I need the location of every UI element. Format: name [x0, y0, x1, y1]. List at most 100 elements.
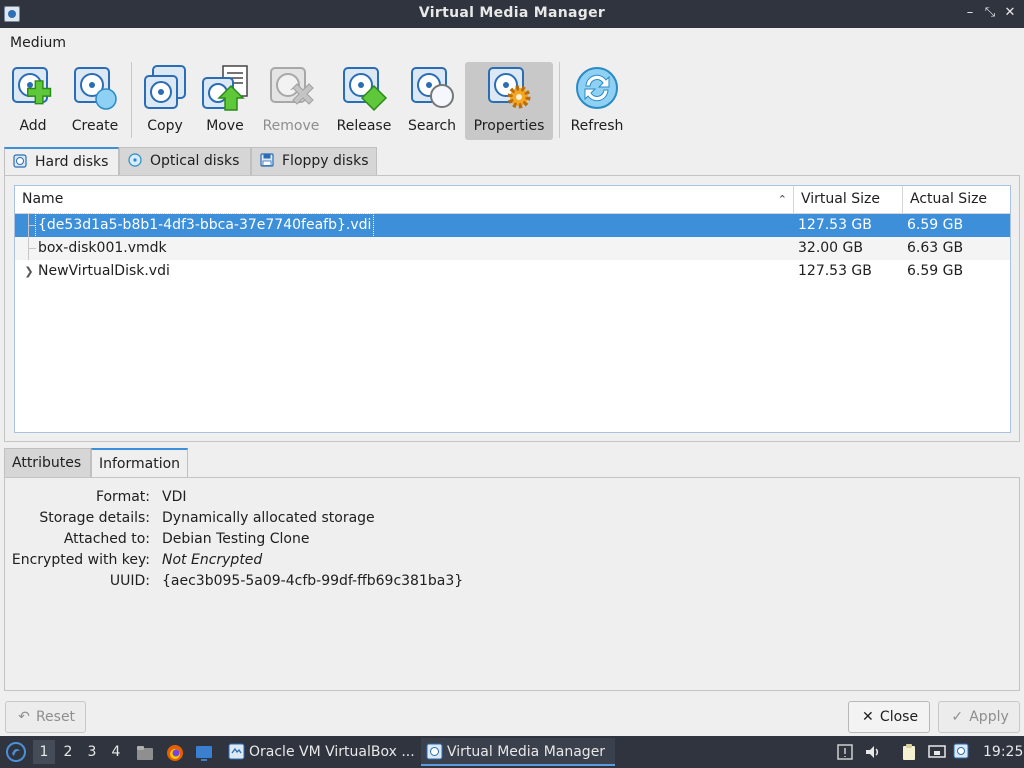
close-button[interactable]: ✕ Close: [848, 701, 930, 733]
reset-button[interactable]: ↶ Reset: [5, 701, 86, 733]
tab-attributes[interactable]: Attributes: [4, 448, 91, 477]
tab-hard-disks-label: Hard disks: [35, 154, 109, 170]
table-row[interactable]: {de53d1a5-b8b1-4df3-bbca-37e7740feafb}.v…: [15, 213, 1010, 238]
create-button-label: Create: [71, 118, 119, 134]
workspace-1[interactable]: 1: [33, 740, 55, 764]
search-button-label: Search: [407, 118, 457, 134]
detail-row-uuid: UUID: {aec3b095-5a09-4cfb-99df-ffb69c381…: [5, 571, 1005, 592]
task-virtual-media-manager-label: Virtual Media Manager: [447, 744, 606, 760]
column-header-virtual-size[interactable]: Virtual Size: [794, 186, 903, 213]
close-button-label: Close: [879, 709, 919, 725]
tab-hard-disks[interactable]: Hard disks: [4, 147, 119, 176]
disk-virtual-size: 127.53 GB: [798, 217, 872, 233]
toolbar-separator: [559, 62, 560, 138]
refresh-button-label: Refresh: [570, 118, 624, 134]
disk-create-icon: [74, 67, 117, 110]
disk-name: NewVirtualDisk.vdi: [38, 263, 170, 279]
table-row[interactable]: box-disk001.vmdk 32.00 GB 6.63 GB: [15, 237, 1010, 260]
column-header-actual-size[interactable]: Actual Size: [903, 186, 1010, 213]
menu-bar: Medium: [0, 28, 1024, 58]
taskbar: 1 2 3 4 Oracle VM VirtualBox ... Virtual…: [0, 736, 1024, 768]
disk-remove-icon: [270, 67, 314, 105]
firefox-icon[interactable]: [165, 743, 185, 763]
refresh-button[interactable]: Refresh: [566, 62, 628, 140]
properties-button-label: Properties: [473, 118, 545, 134]
tree-header: Name ⌃ Virtual Size Actual Size: [15, 186, 1010, 214]
workspace-4[interactable]: 4: [105, 740, 127, 764]
file-manager-icon[interactable]: [135, 743, 155, 763]
tab-optical-disks[interactable]: Optical disks: [119, 147, 251, 175]
disk-virtual-size: 127.53 GB: [798, 263, 872, 279]
release-button-label: Release: [336, 118, 392, 134]
desktop-icon[interactable]: [194, 743, 214, 763]
check-icon: ✓: [951, 709, 964, 725]
add-button-label: Add: [19, 118, 47, 134]
add-button[interactable]: Add: [4, 62, 62, 140]
hard-disks-panel: Name ⌃ Virtual Size Actual Size {de53d1a…: [4, 175, 1020, 442]
hard-disk-icon: [13, 154, 27, 168]
task-virtualbox[interactable]: Oracle VM VirtualBox ...: [223, 738, 418, 766]
disk-properties-icon: [488, 67, 531, 109]
apply-button[interactable]: ✓ Apply: [938, 701, 1020, 733]
toolbar: Add Create Copy Move Remove Release Sear…: [0, 58, 1024, 142]
disk-virtual-size: 32.00 GB: [798, 240, 863, 256]
encrypted-value: Not Encrypted: [162, 552, 263, 568]
copy-button-label: Copy: [147, 118, 183, 134]
disk-copy-icon: [144, 65, 186, 109]
undo-icon: ↶: [18, 709, 30, 725]
create-button[interactable]: Create: [66, 62, 124, 140]
disk-move-icon: [202, 65, 248, 111]
detail-row-storage: Storage details: Dynamically allocated s…: [5, 508, 1005, 529]
remove-button[interactable]: Remove: [260, 62, 322, 140]
expand-chevron-icon[interactable]: ❯: [22, 260, 36, 283]
workspace-3[interactable]: 3: [81, 740, 103, 764]
media-manager-icon: [426, 743, 443, 760]
task-virtual-media-manager[interactable]: Virtual Media Manager: [421, 738, 615, 766]
floppy-disk-icon: [260, 153, 274, 167]
toolbar-separator: [131, 62, 132, 138]
move-button[interactable]: Move: [196, 62, 254, 140]
remove-button-label: Remove: [262, 118, 320, 134]
disk-name: {de53d1a5-b8b1-4df3-bbca-37e7740feafb}.v…: [34, 213, 375, 238]
encrypted-label: Encrypted with key:: [11, 552, 150, 568]
copy-button[interactable]: Copy: [136, 62, 194, 140]
information-panel: Format: VDI Storage details: Dynamically…: [4, 477, 1020, 691]
properties-button[interactable]: Properties: [465, 62, 553, 140]
clock[interactable]: 19:25: [983, 736, 1023, 768]
tab-floppy-disks-label: Floppy disks: [282, 153, 369, 169]
tab-information[interactable]: Information: [91, 448, 188, 477]
storage-details-value: Dynamically allocated storage: [162, 510, 375, 526]
notification-icon[interactable]: [836, 743, 854, 761]
clipboard-icon[interactable]: [900, 743, 918, 761]
sort-ascending-icon: ⌃: [777, 193, 787, 206]
detail-row-attached: Attached to: Debian Testing Clone: [5, 529, 1005, 550]
menu-medium[interactable]: Medium: [10, 35, 66, 51]
attached-to-label: Attached to:: [63, 531, 150, 547]
disk-actual-size: 6.59 GB: [907, 217, 964, 233]
optical-disk-icon: [128, 153, 142, 167]
disk-actual-size: 6.59 GB: [907, 263, 964, 279]
column-header-name[interactable]: Name ⌃: [15, 186, 794, 213]
search-button[interactable]: Search: [403, 62, 461, 140]
table-row[interactable]: ❯ NewVirtualDisk.vdi 127.53 GB 6.59 GB: [15, 260, 1010, 283]
tab-optical-disks-label: Optical disks: [150, 153, 240, 169]
storage-details-label: Storage details:: [39, 510, 150, 526]
virtualbox-tray-icon[interactable]: [953, 743, 971, 761]
reset-button-label: Reset: [35, 709, 76, 725]
release-button[interactable]: Release: [333, 62, 395, 140]
close-window-icon[interactable]: ✕: [1001, 4, 1019, 22]
volume-icon[interactable]: [864, 743, 882, 761]
column-name-label: Name: [22, 191, 64, 207]
column-virtual-size-label: Virtual Size: [801, 191, 880, 207]
media-tree[interactable]: Name ⌃ Virtual Size Actual Size {de53d1a…: [14, 185, 1011, 433]
uuid-label: UUID:: [109, 573, 150, 589]
tree-branch-line: [22, 214, 36, 237]
start-menu-icon[interactable]: [6, 742, 26, 762]
minimize-icon[interactable]: –: [961, 4, 979, 22]
disk-search-icon: [411, 67, 454, 108]
workspace-2[interactable]: 2: [57, 740, 79, 764]
tab-floppy-disks[interactable]: Floppy disks: [251, 147, 377, 175]
window-title: Virtual Media Manager: [418, 5, 606, 21]
maximize-icon[interactable]: ⤡: [981, 4, 999, 22]
network-icon[interactable]: [928, 743, 946, 761]
